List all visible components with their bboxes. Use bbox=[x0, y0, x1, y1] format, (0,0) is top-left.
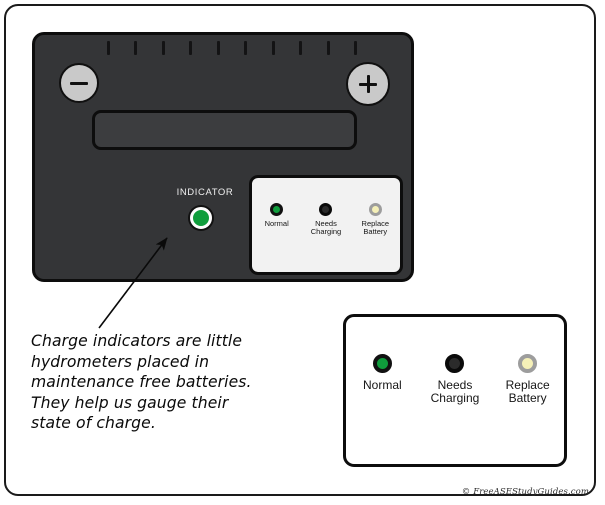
legend-caption-line1: Needs bbox=[437, 378, 473, 392]
legend-items: Normal Needs Charging Replace Battery bbox=[252, 203, 400, 237]
legend-caption-line1: Replace bbox=[505, 378, 550, 392]
legend-caption-needs-charging: Needs Charging bbox=[422, 378, 488, 406]
charge-indicator-led bbox=[190, 207, 212, 229]
copyright-notice: © FreeASEStudyGuides.com bbox=[461, 487, 589, 497]
caption-line-1: Charge indicators are little bbox=[31, 332, 243, 350]
illustration-canvas: INDICATOR Normal Needs Charging Replace … bbox=[0, 0, 605, 505]
caption-line-2: hydrometers placed in bbox=[31, 352, 210, 371]
vent-tick bbox=[161, 41, 165, 55]
legend-items: Normal Needs Charging Replace Battery bbox=[346, 354, 564, 406]
legend-dot-needs-charging bbox=[445, 354, 465, 373]
battery-body: INDICATOR Normal Needs Charging Replace … bbox=[32, 32, 414, 282]
legend-caption-needs-charging: Needs Charging bbox=[304, 219, 348, 237]
legend-caption-line2: Battery bbox=[508, 391, 547, 406]
legend-dot-normal bbox=[372, 354, 392, 373]
battery-label-well bbox=[92, 110, 357, 150]
caption-line-4: They help us gauge their bbox=[31, 393, 229, 412]
legend-item-needs-charging: Needs Charging bbox=[304, 203, 348, 237]
legend-caption-line1: Normal bbox=[264, 219, 289, 228]
legend-caption-normal: Normal bbox=[349, 378, 415, 392]
legend-caption-line1: Normal bbox=[362, 378, 402, 392]
legend-dot-replace-battery bbox=[368, 203, 382, 216]
vent-tick bbox=[299, 41, 303, 55]
vent-tick bbox=[326, 41, 330, 55]
legend-dot-needs-charging bbox=[319, 203, 333, 216]
legend-item-normal: Normal bbox=[349, 354, 415, 392]
legend-item-needs-charging: Needs Charging bbox=[422, 354, 488, 406]
legend-dot-replace-battery bbox=[518, 354, 538, 373]
legend-item-normal: Normal bbox=[255, 203, 299, 228]
vent-tick bbox=[353, 41, 357, 55]
legend-item-replace-battery: Replace Battery bbox=[495, 354, 561, 406]
minus-icon bbox=[70, 81, 88, 85]
vent-tick bbox=[134, 41, 138, 55]
plus-icon bbox=[366, 75, 370, 93]
negative-terminal bbox=[59, 63, 99, 103]
vent-tick bbox=[189, 41, 193, 55]
legend-caption-normal: Normal bbox=[255, 219, 299, 228]
battery-vent-ticks bbox=[107, 41, 357, 57]
legend-panel-inset: Normal Needs Charging Replace Battery bbox=[249, 175, 403, 275]
vent-tick bbox=[244, 41, 248, 55]
vent-tick bbox=[271, 41, 275, 55]
legend-caption-line2: Charging bbox=[310, 227, 342, 237]
vent-tick bbox=[107, 41, 110, 55]
legend-item-replace-battery: Replace Battery bbox=[353, 203, 397, 237]
legend-caption-replace-battery: Replace Battery bbox=[495, 378, 561, 406]
indicator-label: INDICATOR bbox=[176, 187, 234, 198]
legend-dot-normal bbox=[270, 203, 284, 216]
legend-panel-standalone: Normal Needs Charging Replace Battery bbox=[343, 314, 567, 467]
positive-terminal bbox=[346, 62, 390, 106]
caption-line-5: state of charge. bbox=[31, 414, 156, 433]
caption-line-3: maintenance free batteries. bbox=[31, 373, 252, 392]
legend-caption-replace-battery: Replace Battery bbox=[353, 219, 397, 237]
legend-caption-line2: Charging bbox=[430, 391, 480, 406]
legend-caption-line2: Battery bbox=[363, 227, 388, 237]
vent-tick bbox=[216, 41, 220, 55]
caption-text: Charge indicators are little hydrometers… bbox=[31, 331, 331, 434]
